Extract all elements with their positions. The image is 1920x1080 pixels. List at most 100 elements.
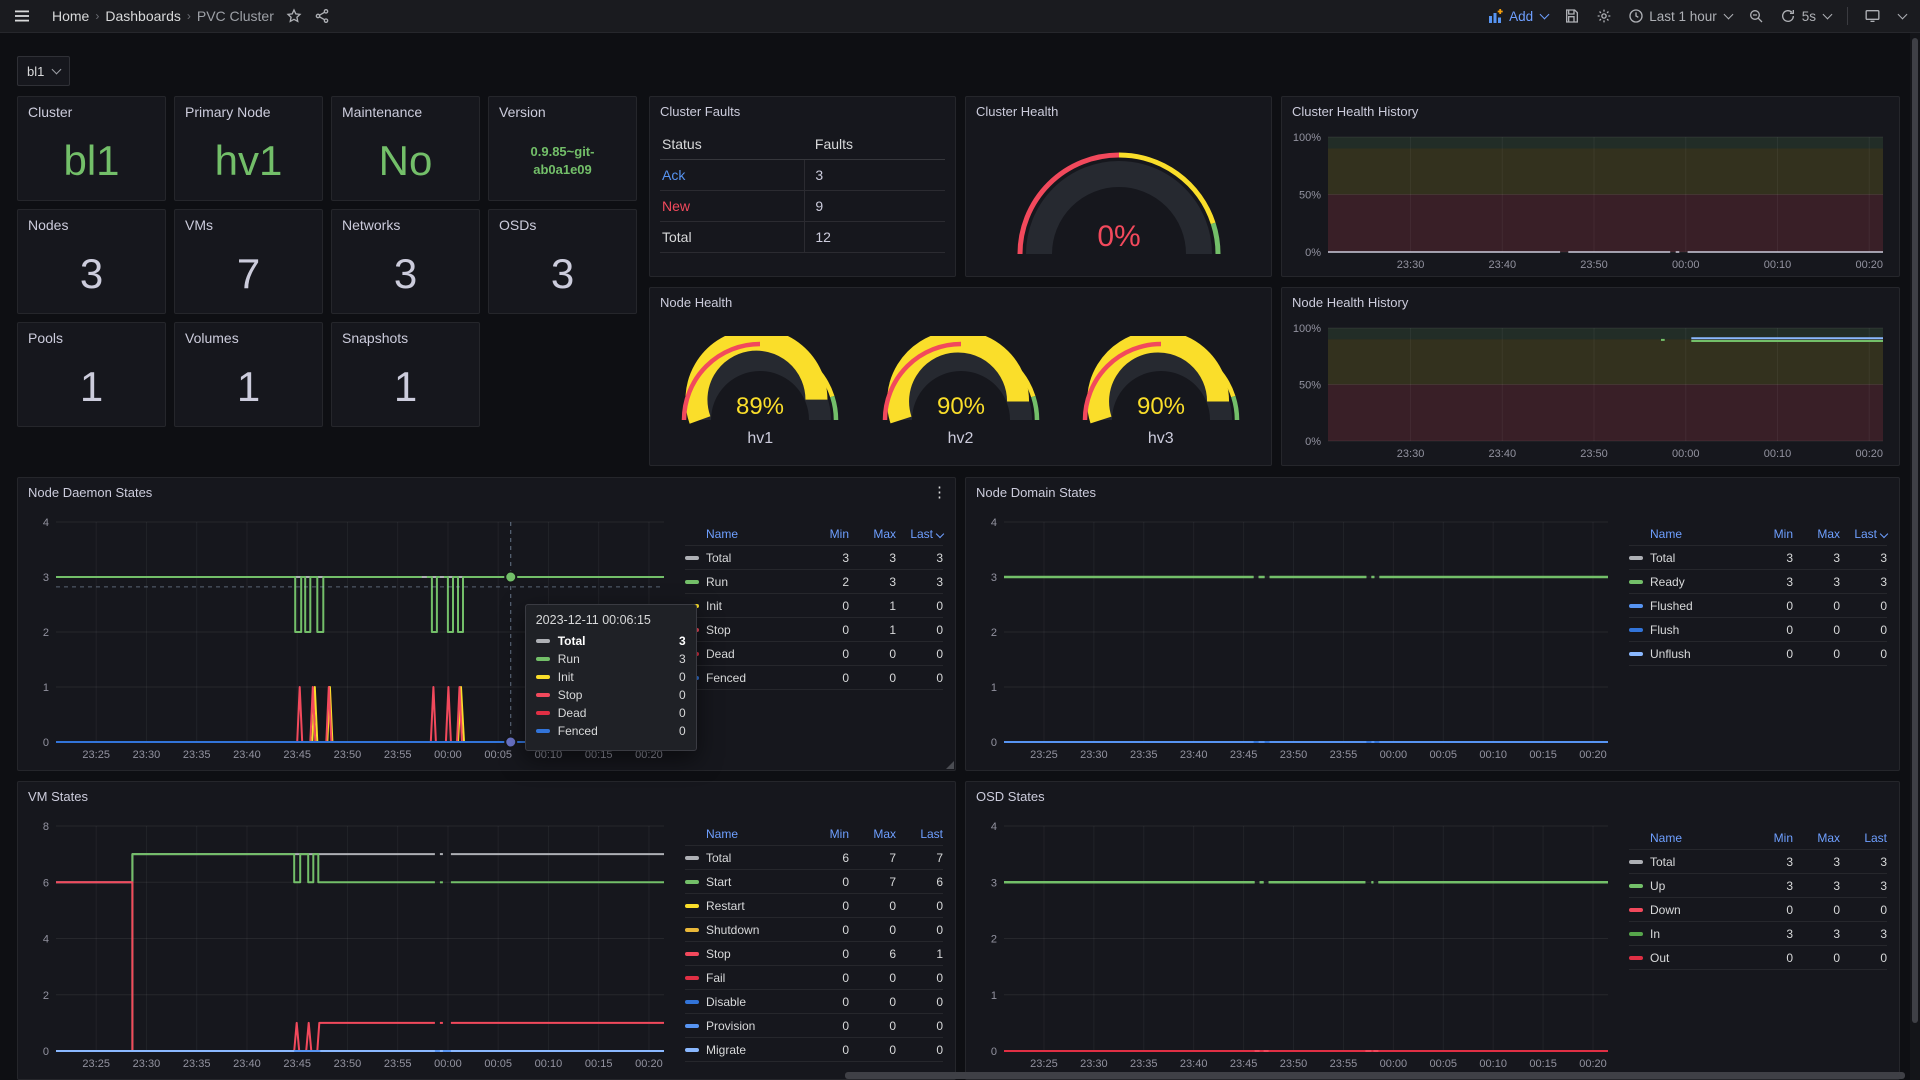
legend-row-provision[interactable]: Provision000 [685,1014,943,1038]
star-icon[interactable] [286,8,302,24]
legend-row-unflush[interactable]: Unflush000 [1629,642,1887,666]
legend-row-fenced[interactable]: Fenced000 [685,666,943,690]
node-gauge-label: hv3 [1148,430,1174,448]
panel-title[interactable]: Node Health History [1292,295,1408,310]
legend-header: NameMinMaxLast [685,822,943,846]
legend-row-init[interactable]: Init010 [685,594,943,618]
zoom-out-button[interactable] [1748,8,1764,24]
legend-row-migrate[interactable]: Migrate000 [685,1038,943,1062]
dashboard-settings-button[interactable] [1596,8,1612,24]
node-domain-states-chart[interactable]: 23:2523:3023:3523:4023:4523:5023:5500:00… [974,512,1618,764]
legend-row-up[interactable]: Up333 [1629,874,1887,898]
cluster-health-history-chart[interactable]: 23:3023:4023:5000:0000:1000:200%50%100% [1288,127,1893,274]
stat-label: VMs [185,217,213,233]
osd-states-legend: NameMinMaxLastTotal333Up333Down000In333O… [1629,826,1887,970]
kiosk-mode-button[interactable] [1864,8,1880,24]
stat-panel-maintenance: MaintenanceNo [331,96,480,201]
hamburger-menu-icon[interactable] [14,8,30,24]
panel-title[interactable]: Node Domain States [976,485,1096,500]
svg-text:23:30: 23:30 [1080,749,1108,761]
legend-header: NameMinMaxLast [685,522,943,546]
add-button[interactable]: Add [1488,8,1548,24]
legend-row-total[interactable]: Total333 [1629,850,1887,874]
svg-text:00:05: 00:05 [484,1058,512,1070]
svg-text:4: 4 [991,821,997,833]
svg-text:00:05: 00:05 [484,749,512,761]
cluster-variable-dropdown[interactable]: bl1 [17,56,70,86]
panel-title[interactable]: Cluster Health History [1292,104,1418,119]
series-swatch [1629,884,1643,888]
legend-row-restart[interactable]: Restart000 [685,894,943,918]
svg-text:23:40: 23:40 [1489,259,1517,271]
save-dashboard-button[interactable] [1564,8,1580,24]
legend-row-down[interactable]: Down000 [1629,898,1887,922]
svg-text:23:30: 23:30 [133,1058,161,1070]
panel-title[interactable]: Cluster Health [976,104,1058,119]
svg-text:1: 1 [991,682,997,694]
breadcrumb-separator: › [187,9,191,23]
horizontal-scrollbar-thumb[interactable] [845,1072,1905,1079]
legend-row-out[interactable]: Out000 [1629,946,1887,970]
legend-row-flushed[interactable]: Flushed000 [1629,594,1887,618]
stat-panel-snapshots: Snapshots1 [331,322,480,427]
vertical-scrollbar-thumb[interactable] [1912,38,1918,1023]
osd-states-chart[interactable]: 23:2523:3023:3523:4023:4523:5023:5500:00… [974,816,1618,1073]
legend-row-ready[interactable]: Ready333 [1629,570,1887,594]
legend-row-fail[interactable]: Fail000 [685,966,943,990]
series-swatch [685,1024,699,1028]
panel-resize-handle[interactable] [946,761,954,769]
legend-row-shutdown[interactable]: Shutdown000 [685,918,943,942]
breadcrumb-dashboards[interactable]: Dashboards [105,8,181,24]
stat-panel-pools: Pools1 [17,322,166,427]
series-swatch [536,639,550,643]
legend-row-in[interactable]: In333 [1629,922,1887,946]
legend-row-total[interactable]: Total333 [1629,546,1887,570]
series-swatch [536,711,550,715]
svg-text:23:55: 23:55 [384,749,412,761]
svg-text:23:50: 23:50 [1580,448,1608,460]
svg-text:00:20: 00:20 [1579,1058,1607,1070]
series-swatch [1629,628,1643,632]
legend-row-flush[interactable]: Flush000 [1629,618,1887,642]
share-icon[interactable] [314,8,330,24]
refresh-interval-label: 5s [1802,9,1816,24]
breadcrumb-home[interactable]: Home [52,8,89,24]
panel-title[interactable]: Node Daemon States [28,485,152,500]
series-swatch [1629,652,1643,656]
svg-text:23:50: 23:50 [1280,1058,1308,1070]
legend-row-total[interactable]: Total677 [685,846,943,870]
panel-title[interactable]: VM States [28,789,88,804]
stat-panel-cluster: Clusterbl1 [17,96,166,201]
refresh-button[interactable] [1780,8,1796,24]
svg-text:23:30: 23:30 [1397,448,1425,460]
legend-row-stop[interactable]: Stop010 [685,618,943,642]
refresh-interval-dropdown[interactable]: 5s [1802,9,1831,24]
panel-title[interactable]: Cluster Faults [660,104,740,119]
legend-header: NameMinMaxLast [1629,826,1887,850]
panel-cluster-health: Cluster Health 0% [965,96,1272,277]
node-health-history-chart[interactable]: 23:3023:4023:5000:0000:1000:200%50%100% [1288,318,1893,463]
breadcrumb-separator: › [95,9,99,23]
nav-expand-button[interactable] [1896,14,1906,18]
panel-menu-kebab-icon[interactable]: ⋮ [932,483,947,501]
stat-value: 1 [18,353,165,420]
legend-row-disable[interactable]: Disable000 [685,990,943,1014]
legend-row-dead[interactable]: Dead000 [685,642,943,666]
faults-table-row: Ack3 [660,160,945,191]
cluster-health-gauge: 0% [966,127,1271,276]
legend-row-run[interactable]: Run233 [685,570,943,594]
legend-row-stop[interactable]: Stop061 [685,942,943,966]
vm-states-chart[interactable]: 23:2523:3023:3523:4023:4523:5023:5500:00… [26,816,674,1073]
panel-title[interactable]: Node Health [660,295,732,310]
node-daemon-states-chart[interactable]: 23:2523:3023:3523:4023:4523:5023:5500:00… [26,512,674,764]
series-swatch [685,1000,699,1004]
legend-row-total[interactable]: Total333 [685,546,943,570]
time-range-picker[interactable]: Last 1 hour [1628,8,1732,24]
legend-row-start[interactable]: Start076 [685,870,943,894]
node-health-gauges: 89%hv190%hv290%hv3 [650,318,1271,465]
panel-title[interactable]: OSD States [976,789,1045,804]
node-gauge-label: hv2 [948,430,974,448]
svg-text:8: 8 [43,821,49,833]
series-swatch [685,856,699,860]
panel-cluster-faults: Cluster Faults StatusFaultsAck3New9Total… [649,96,956,277]
